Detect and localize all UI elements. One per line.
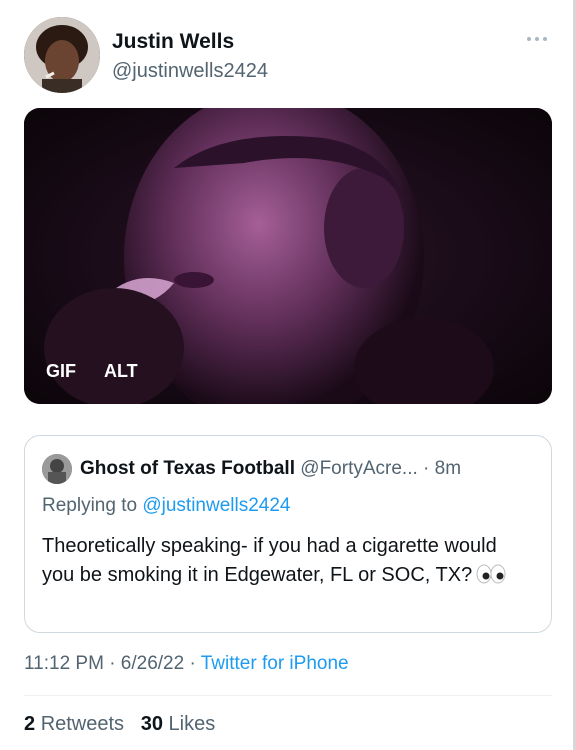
tweet-timestamp[interactable]: 11:12 PM · 6/26/22 · (24, 653, 196, 674)
author-avatar[interactable] (24, 17, 100, 93)
more-dots-icon[interactable] (527, 33, 553, 45)
likes-stat[interactable]: 30 Likes (141, 713, 216, 735)
quote-time[interactable]: 8m (435, 458, 461, 479)
stats-divider (24, 695, 552, 696)
quote-separator: · (423, 458, 430, 479)
quote-replying-to: Replying to @justinwells2424 (42, 495, 290, 517)
quote-author-handle[interactable]: @FortyAcre... (300, 458, 417, 479)
tweet-stats: 2 Retweets 30 Likes (24, 713, 215, 736)
gif-badge[interactable]: GIF (46, 361, 76, 382)
replying-prefix: Replying to (42, 495, 138, 516)
retweets-label: Retweets (40, 713, 125, 735)
tweet-source[interactable]: Twitter for iPhone (201, 653, 349, 674)
quote-body: Theoretically speaking- if you had a cig… (42, 535, 497, 586)
quote-author-avatar[interactable] (42, 454, 72, 484)
likes-count: 30 (140, 713, 163, 735)
likes-label: Likes (168, 713, 216, 735)
quote-text: Theoretically speaking- if you had a cig… (42, 532, 532, 593)
quote-header: Ghost of Texas Football @FortyAcre... · … (80, 458, 461, 480)
quote-author-name[interactable]: Ghost of Texas Football (80, 458, 295, 479)
author-handle[interactable]: @justinwells2424 (112, 60, 268, 83)
gif-media[interactable] (24, 108, 552, 404)
retweets-count: 2 (24, 713, 36, 735)
replying-to-link[interactable]: @justinwells2424 (142, 495, 290, 516)
author-name[interactable]: Justin Wells (112, 30, 234, 54)
tweet-meta: 11:12 PM · 6/26/22 · Twitter for iPhone (24, 653, 349, 675)
retweets-stat[interactable]: 2 Retweets (24, 713, 124, 735)
eyes-emoji-icon (476, 564, 506, 593)
alt-badge[interactable]: ALT (104, 361, 138, 382)
